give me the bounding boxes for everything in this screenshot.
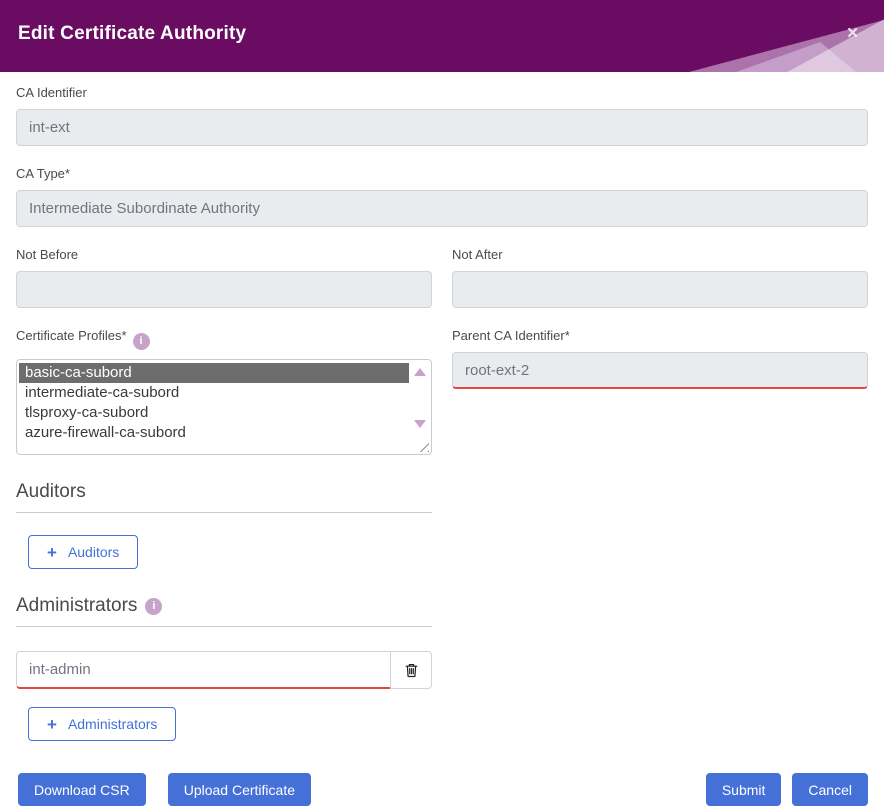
- certificate-profiles-label: Certificate Profiles*i: [16, 328, 432, 350]
- ca-type-label: CA Type*: [16, 166, 868, 181]
- certificate-profiles-listbox[interactable]: basic-ca-subordintermediate-ca-subordtls…: [16, 359, 432, 455]
- section-divider: [16, 512, 432, 513]
- resize-handle-icon[interactable]: [419, 442, 429, 452]
- dates-row: Not Before Not After: [16, 247, 868, 308]
- add-auditors-label: Auditors: [68, 544, 119, 560]
- add-administrators-button[interactable]: + Administrators: [28, 707, 176, 741]
- modal-footer: Download CSR Upload Certificate Submit C…: [18, 773, 868, 806]
- cancel-button[interactable]: Cancel: [792, 773, 868, 806]
- header-triangle-decoration: [736, 42, 856, 72]
- edit-certificate-authority-modal: Edit Certificate Authority ✕ CA Identifi…: [0, 0, 884, 799]
- list-option[interactable]: basic-ca-subord: [19, 363, 409, 383]
- footer-right-buttons: Submit Cancel: [706, 773, 868, 806]
- not-before-group: Not Before: [16, 247, 432, 308]
- ca-type-field: [16, 190, 868, 227]
- not-after-group: Not After: [452, 247, 868, 308]
- modal-header: Edit Certificate Authority ✕: [0, 0, 884, 72]
- not-before-label: Not Before: [16, 247, 432, 262]
- plus-icon: +: [47, 544, 57, 561]
- upload-certificate-button[interactable]: Upload Certificate: [168, 773, 311, 806]
- list-option[interactable]: tlsproxy-ca-subord: [19, 403, 409, 423]
- section-divider: [16, 626, 432, 627]
- delete-administrator-button[interactable]: [390, 651, 432, 689]
- not-before-field: [16, 271, 432, 308]
- administrators-section: Administratorsi + Administrators: [16, 595, 868, 741]
- ca-identifier-label: CA Identifier: [16, 85, 868, 100]
- auditors-title: Auditors: [16, 481, 868, 503]
- list-option[interactable]: intermediate-ca-subord: [19, 383, 409, 403]
- plus-icon: +: [47, 716, 57, 733]
- ca-identifier-field: [16, 109, 868, 146]
- add-administrators-label: Administrators: [68, 716, 157, 732]
- not-after-field: [452, 271, 868, 308]
- modal-body: CA Identifier CA Type* Not Before Not Af…: [0, 72, 884, 806]
- certificate-profiles-group: Certificate Profiles*i basic-ca-subordin…: [16, 328, 432, 455]
- info-icon[interactable]: i: [133, 333, 150, 350]
- ca-identifier-group: CA Identifier: [16, 85, 868, 146]
- not-after-label: Not After: [452, 247, 868, 262]
- submit-button[interactable]: Submit: [706, 773, 782, 806]
- close-icon[interactable]: ✕: [840, 25, 865, 42]
- administrator-name-field[interactable]: [16, 651, 391, 689]
- scroll-up-icon[interactable]: [414, 368, 426, 376]
- parent-ca-identifier-label: Parent CA Identifier*: [452, 328, 868, 343]
- auditors-section: Auditors + Auditors: [16, 481, 868, 569]
- administrator-entry-row: [16, 651, 432, 689]
- parent-ca-identifier-field: [452, 352, 868, 389]
- modal-title: Edit Certificate Authority: [18, 23, 246, 45]
- ca-type-group: CA Type*: [16, 166, 868, 227]
- scroll-down-icon[interactable]: [414, 420, 426, 428]
- parent-ca-identifier-group: Parent CA Identifier*: [452, 328, 868, 455]
- trash-icon: [404, 662, 419, 678]
- list-option[interactable]: azure-firewall-ca-subord: [19, 423, 409, 443]
- footer-left-buttons: Download CSR Upload Certificate: [18, 773, 311, 806]
- administrators-title: Administratorsi: [16, 595, 868, 617]
- info-icon[interactable]: i: [145, 598, 162, 615]
- header-triangle-decoration: [766, 12, 884, 72]
- download-csr-button[interactable]: Download CSR: [18, 773, 146, 806]
- profiles-row: Certificate Profiles*i basic-ca-subordin…: [16, 328, 868, 455]
- add-auditors-button[interactable]: + Auditors: [28, 535, 138, 569]
